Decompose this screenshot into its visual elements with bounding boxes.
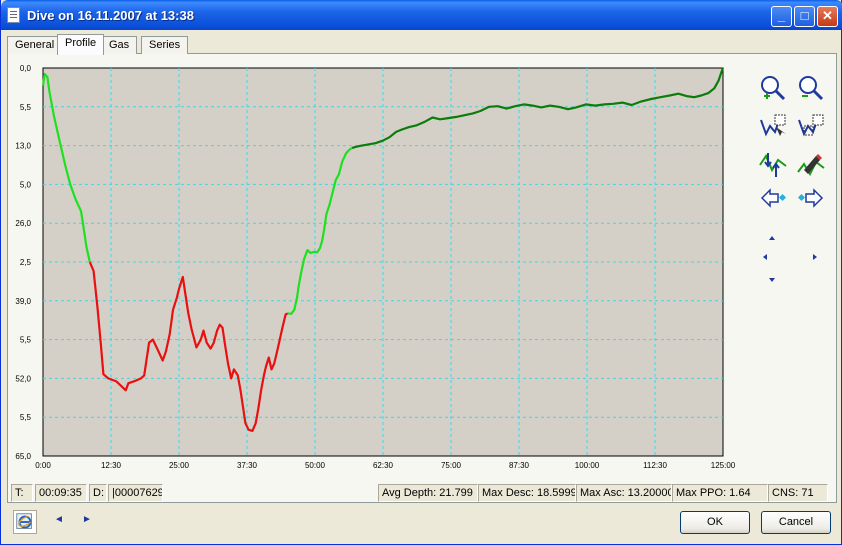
- depth-label: D:: [89, 484, 107, 502]
- x-tick-label: 62:30: [373, 461, 394, 470]
- dive-profile-chart[interactable]: 0,0 5,5 13,0 5,0 26,0 2,5 39,0 5,5 52,0 5,5 65,0 0…: [1, 58, 741, 478]
- x-tick-label: 50:00: [305, 461, 326, 470]
- max-ascent-readout: Max Asc: 13.20000: [576, 484, 672, 502]
- zoom-in-icon[interactable]: [758, 73, 788, 103]
- y-tick-label: 5,5: [20, 103, 32, 112]
- y-tick-label: 39,0: [15, 297, 31, 306]
- browser-globe-icon[interactable]: [13, 510, 37, 534]
- document-icon: [7, 7, 20, 23]
- time-label: T:: [11, 484, 33, 502]
- tab-series[interactable]: Series: [141, 36, 189, 54]
- ok-button[interactable]: OK: [680, 511, 750, 534]
- close-button[interactable]: ✕: [817, 6, 838, 27]
- previous-dive-button[interactable]: ◄: [54, 514, 64, 525]
- y-tick-label: 2,5: [20, 258, 32, 267]
- x-tick-label: 75:00: [441, 461, 462, 470]
- tab-general[interactable]: General: [7, 36, 63, 54]
- y-tick-label: 5,5: [20, 413, 32, 422]
- x-tick-label: 12:30: [101, 461, 122, 470]
- avg-depth-readout: Avg Depth: 21.799: [378, 484, 478, 502]
- y-tick-label: 5,5: [20, 336, 32, 345]
- x-tick-label: 87:30: [509, 461, 530, 470]
- maximize-button[interactable]: □: [794, 6, 815, 27]
- cns-readout: CNS: 71: [768, 484, 828, 502]
- y-tick-label: 65,0: [15, 452, 31, 461]
- x-tick-label: 112:30: [643, 461, 667, 470]
- time-readout: 00:09:35: [35, 484, 87, 502]
- next-dive-button[interactable]: ►: [82, 514, 92, 525]
- max-ppo-readout: Max PPO: 1.64: [672, 484, 768, 502]
- minimize-button[interactable]: _: [771, 6, 792, 27]
- marker-edit-icon[interactable]: [796, 150, 826, 180]
- pan-down-icon[interactable]: [757, 266, 787, 296]
- x-tick-label: 37:30: [237, 461, 258, 470]
- x-axis-ticks: 0:00 12:30 25:00 37:30 50:00 62:30 75:00 87:30 1…: [35, 461, 736, 470]
- y-tick-label: 52,0: [15, 374, 31, 383]
- x-tick-label: 100:00: [575, 461, 600, 470]
- x-tick-label: 125:00: [711, 461, 736, 470]
- tab-profile[interactable]: Profile: [57, 34, 105, 55]
- y-tick-label: 0,0: [20, 64, 32, 73]
- scroll-right-icon[interactable]: [796, 184, 826, 214]
- y-tick-label: 26,0: [15, 219, 31, 228]
- scroll-left-icon[interactable]: [758, 184, 788, 214]
- y-axis-ticks: 0,0 5,5 13,0 5,0 26,0 2,5 39,0 5,5 52,0 5,5 65,0: [15, 64, 31, 461]
- pan-right-icon[interactable]: [793, 244, 823, 274]
- window-title: Dive on 16.11.2007 at 13:38: [27, 8, 194, 23]
- depth-flip-icon[interactable]: [758, 150, 788, 180]
- max-descent-readout: Max Desc: 18.5999: [478, 484, 576, 502]
- depth-readout: |00007629: [108, 484, 163, 502]
- y-tick-label: 5,0: [20, 180, 32, 189]
- zoom-out-icon[interactable]: [796, 73, 826, 103]
- x-tick-label: 25:00: [169, 461, 190, 470]
- dive-dialog-window: Dive on 16.11.2007 at 13:38 _ □ ✕ Genera…: [0, 0, 842, 545]
- title-bar[interactable]: Dive on 16.11.2007 at 13:38 _ □ ✕: [1, 0, 842, 30]
- select-region-alt-icon[interactable]: [796, 112, 826, 142]
- cancel-button[interactable]: Cancel: [761, 511, 831, 534]
- x-tick-label: 0:00: [35, 461, 51, 470]
- y-tick-label: 13,0: [15, 142, 31, 151]
- tab-gas[interactable]: Gas: [101, 36, 138, 54]
- select-region-icon[interactable]: [758, 112, 788, 142]
